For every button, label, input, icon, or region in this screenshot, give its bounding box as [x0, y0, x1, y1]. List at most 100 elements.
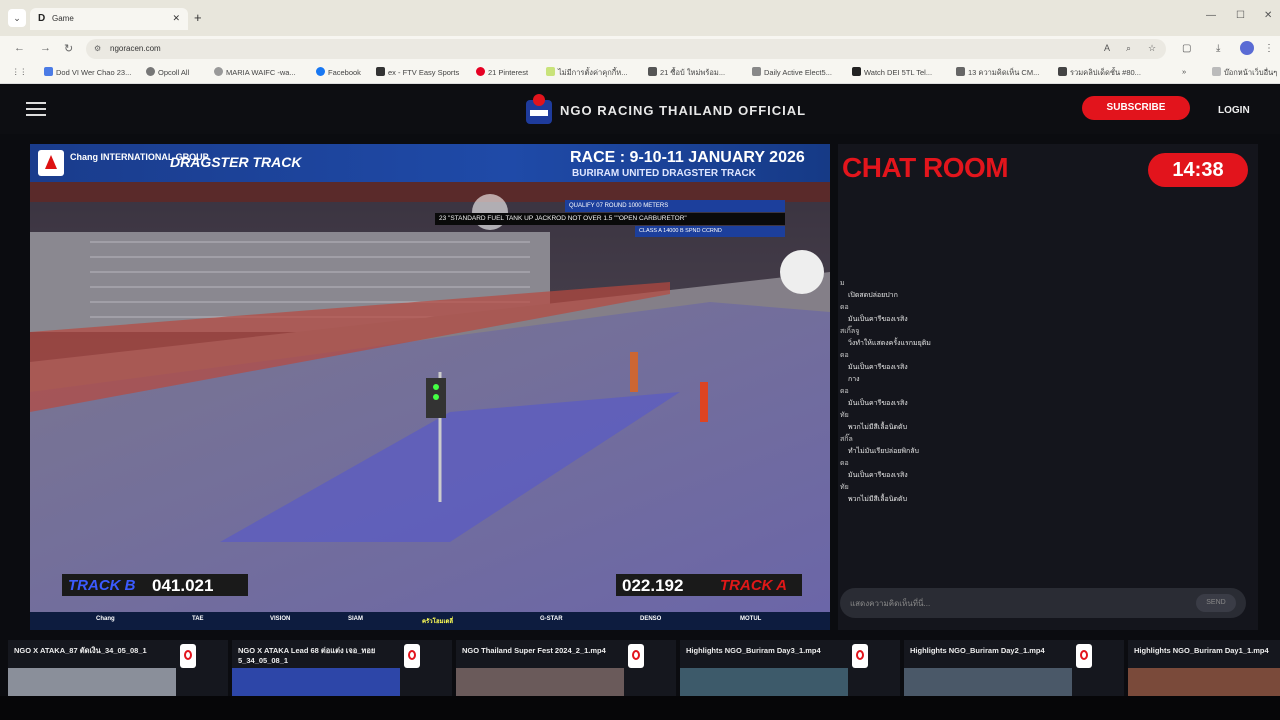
race-info-class: 23 "STANDARD FUEL TANK UP JACKROD NOT OV…	[435, 213, 785, 225]
browser-tab[interactable]: D Game ✕	[30, 8, 188, 30]
thumbnail-image	[680, 668, 848, 696]
ngo-thumb-icon	[628, 644, 644, 668]
sponsor-strip: Chang TAE VISION SIAM ครัวโฮมเดลี่ G-STA…	[30, 612, 830, 630]
chat-message: ทัย พวกไม่มีสีเลื้อนิดดับ	[840, 412, 908, 431]
tab-favicon-icon: D	[38, 13, 46, 24]
thumbnail-image	[456, 668, 624, 696]
maximize-icon[interactable]: ☐	[1236, 10, 1245, 21]
thumbnail-caption: NGO Thailand Super Fest 2024_2_1.mp4	[462, 646, 606, 655]
chat-message: ดอ มันเป็นคารีของเรสิง	[840, 460, 908, 479]
sponsor-logo: DENSO	[640, 616, 662, 622]
close-window-icon[interactable]: ✕	[1264, 10, 1272, 21]
subscribe-button[interactable]: SUBSCRIBE	[1082, 96, 1190, 120]
apps-icon[interactable]: ⋮⋮	[12, 67, 27, 76]
chat-input[interactable]	[850, 596, 1180, 610]
url-text: ngoracen.com	[110, 44, 161, 53]
sponsor-logo: Chang	[96, 616, 115, 622]
back-icon[interactable]: ←	[14, 42, 25, 54]
chat-messages[interactable]: มเปิดสดปล่อยปาก ดอ มันเป็นคารีของเรสิง สเ…	[840, 278, 1240, 506]
sponsor-logo: ครัวโฮมเดลี่	[422, 619, 454, 625]
video-thumbnail[interactable]: Highlights NGO_Buriram Day1_1.mp4	[1128, 640, 1280, 696]
video-player[interactable]: Chang INTERNATIONAL GROUP DRAGSTER TRACK…	[30, 144, 830, 630]
race-subtitle: BURIRAM UNITED DRAGSTER TRACK	[572, 168, 756, 179]
zoom-icon[interactable]: ⌕	[1126, 43, 1131, 54]
track-a-label: TRACK A	[720, 577, 787, 594]
bookmark-item[interactable]: MARIA WAIFC -wa...	[214, 67, 296, 77]
video-thumbnail-strip: NGO X ATAKA_87 ตัดเงิน_34_05_08_1 NGO X …	[0, 638, 1280, 696]
chat-input-box[interactable]: SEND	[840, 588, 1246, 618]
bookmark-item[interactable]: Watch DEI 5TL Tel...	[852, 67, 932, 77]
site-info-icon[interactable]: ⚙	[94, 44, 101, 53]
track-b-time: 041.021	[152, 576, 214, 595]
video-thumbnail[interactable]: NGO X ATAKA Lead 68 ต่อแต่ง เจอ_ทอย 5_34…	[232, 640, 452, 696]
hamburger-menu-icon[interactable]	[26, 102, 46, 117]
translate-icon[interactable]: A	[1104, 43, 1110, 53]
thumbnail-caption: Highlights NGO_Buriram Day1_1.mp4	[1134, 646, 1269, 655]
profile-avatar[interactable]	[1240, 41, 1254, 55]
bookmark-item[interactable]: 13 ความคิดเห็น CM...	[956, 67, 1039, 79]
bookmark-item[interactable]: Facebook	[316, 67, 361, 77]
bookmark-item[interactable]: ไม่มีการตั้งค่าคุกกี้ห...	[546, 67, 628, 79]
minimize-icon[interactable]: —	[1206, 10, 1216, 21]
url-field[interactable]: ⚙ ngoracen.com A ⌕ ☆	[86, 39, 1166, 59]
bookmark-item[interactable]: 21 ซื้อบ้ ใหม่พร้อม...	[648, 67, 725, 79]
track-a-time: 022.192	[622, 576, 684, 595]
ngo-thumb-icon	[180, 644, 196, 668]
site-brand[interactable]: NGO RACING THAILAND OFFICIAL	[560, 103, 806, 118]
login-link[interactable]: LOGIN	[1218, 105, 1250, 116]
bookmark-item[interactable]: Opcoll All	[146, 67, 189, 77]
bookmarks-bar: ⋮⋮ Dod VI Wer Chao 23... Opcoll All MARI…	[0, 62, 1280, 84]
bookmark-item[interactable]: ex - FTV Easy Sports	[376, 67, 459, 77]
bookmark-folder[interactable]: บ๊อกหน้าเว็บอื่นๆ	[1212, 67, 1277, 79]
page: ⌄ D Game ✕ + — ☐ ✕ ← → ↻ ⚙ ngoracen.com …	[0, 0, 1280, 720]
send-button[interactable]: SEND	[1196, 594, 1236, 612]
bookmark-item[interactable]: Dod VI Wer Chao 23...	[44, 67, 131, 77]
sponsor-logo: SIAM	[348, 616, 363, 622]
chat-message: ดอ มันเป็นคารีของเรสิง	[840, 304, 908, 323]
chat-message: มเปิดสดปล่อยปาก	[840, 280, 898, 299]
chat-message: กาง	[848, 376, 860, 383]
sponsor-logo: VISION	[270, 616, 291, 622]
thumbnail-image	[8, 668, 176, 696]
chang-logo	[38, 150, 64, 176]
bookmark-star-icon[interactable]: ☆	[1148, 43, 1156, 54]
new-tab-icon[interactable]: +	[194, 10, 202, 25]
bookmark-item[interactable]: Daily Active Elect5...	[752, 67, 832, 77]
thumbnail-caption: NGO X ATAKA Lead 68 ต่อแต่ง เจอ_ทอย 5_34…	[238, 646, 376, 665]
tab-search-button[interactable]: ⌄	[8, 9, 26, 27]
forward-icon[interactable]: →	[40, 42, 51, 54]
tab-close-icon[interactable]: ✕	[172, 13, 180, 24]
chat-message: ดอ มันเป็นคารีของเรสิง	[840, 388, 908, 407]
thumbnail-caption: Highlights NGO_Buriram Day3_1.mp4	[686, 646, 821, 655]
video-thumbnail[interactable]: NGO X ATAKA_87 ตัดเงิน_34_05_08_1	[8, 640, 228, 696]
chat-message: สเกิ๊ลจู วิ่งทำให้แสดงครั้งแรกมยุติม	[840, 328, 931, 347]
track-b-score: TRACK B 041.021	[62, 574, 248, 596]
thumbnail-image	[1128, 668, 1280, 696]
race-title: RACE : 9-10-11 JANUARY 2026	[570, 149, 805, 166]
reload-icon[interactable]: ↻	[64, 42, 73, 55]
sponsor-logo: G-STAR	[540, 616, 563, 622]
thumbnail-image	[232, 668, 400, 696]
menu-icon[interactable]: ⋮	[1264, 43, 1274, 54]
thumbnail-image	[904, 668, 1072, 696]
browser-tab-bar: ⌄ D Game ✕ + — ☐ ✕	[0, 0, 1280, 36]
chat-message: สกิ๊ล ทำไม่มันเรียปล่อยพิกลับ	[840, 436, 919, 455]
bookmarks-overflow-icon[interactable]: »	[1182, 67, 1186, 76]
ngo-thumb-icon	[852, 644, 868, 668]
bookmark-item[interactable]: รวมคลิปเด็ดชั้น #80...	[1058, 67, 1141, 79]
download-icon[interactable]: ⤓	[1216, 43, 1220, 54]
video-thumbnail[interactable]: NGO Thailand Super Fest 2024_2_1.mp4	[456, 640, 676, 696]
ngo-logo[interactable]	[524, 92, 554, 128]
thumbnail-caption: NGO X ATAKA_87 ตัดเงิน_34_05_08_1	[14, 646, 147, 655]
video-thumbnail[interactable]: Highlights NGO_Buriram Day3_1.mp4	[680, 640, 900, 696]
video-thumbnail[interactable]: Highlights NGO_Buriram Day2_1.mp4	[904, 640, 1124, 696]
chat-message: ทัย พวกไม่มีสีเลื้อนิดดับ	[840, 484, 908, 503]
bookmark-item[interactable]: 21 Pinterest	[476, 67, 528, 77]
track-b-label: TRACK B	[68, 577, 136, 594]
extensions-icon[interactable]: ▢	[1182, 43, 1191, 54]
tab-title: Game	[52, 14, 74, 23]
thumbnail-caption: Highlights NGO_Buriram Day2_1.mp4	[910, 646, 1045, 655]
race-info-overlay: QUALIFY 07 ROUND 1000 METERS 23 "STANDAR…	[435, 200, 785, 238]
race-info-qualify: QUALIFY 07 ROUND 1000 METERS	[565, 200, 785, 212]
track-a-score: 022.192 TRACK A	[616, 574, 802, 596]
